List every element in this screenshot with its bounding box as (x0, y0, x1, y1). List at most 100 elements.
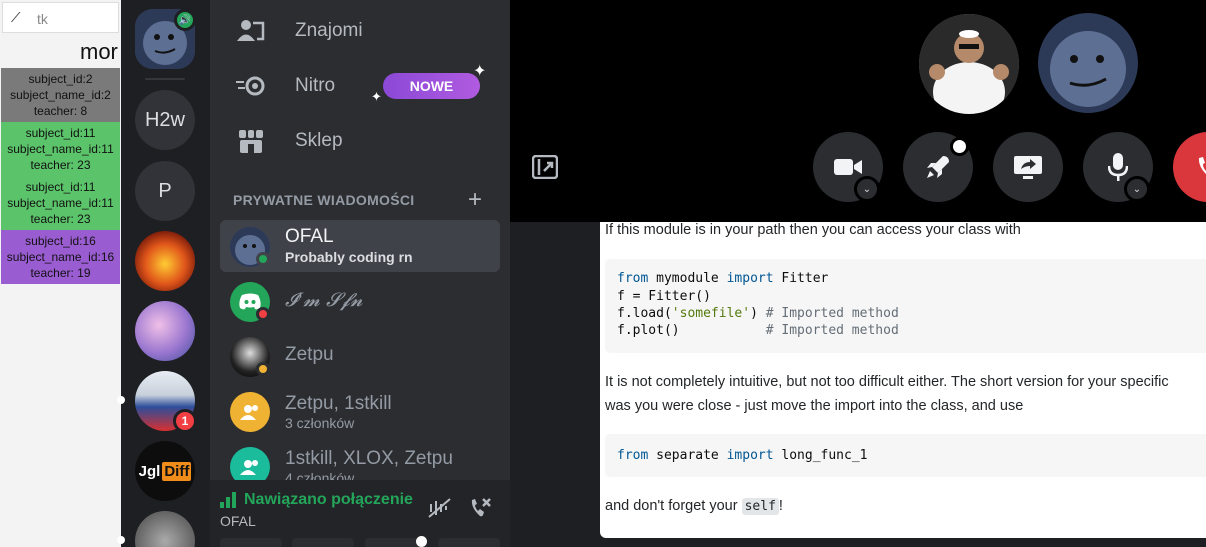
screen: ⁄ tk mor subject_id:2 subject_name_id:2 … (0, 0, 1206, 547)
subject-name-id: subject_name_id:16 (6, 250, 115, 264)
subject-id: subject_id:11 (25, 180, 96, 194)
microphone-icon (1108, 153, 1128, 181)
server-rail: 🔊 H2w P 1 Jgl Diff (117, 0, 210, 547)
nav-label: Sklep (295, 130, 343, 151)
camera-icon (834, 159, 862, 175)
subject-id: subject_id:11 (25, 126, 96, 140)
code-block: from mymodule import Fitter f = Fitter()… (605, 259, 1206, 353)
dm-name: 1stkill, XLOX, Zetpu (285, 448, 453, 469)
dm-member-count: 3 członków (285, 415, 355, 431)
subjects-app: ⁄ tk mor subject_id:2 subject_name_id:2 … (0, 0, 121, 547)
dm-item-group[interactable]: Zetpu, 1stkill 3 członków (220, 385, 500, 437)
server-phoenix[interactable] (135, 231, 195, 291)
dm-item-ofal[interactable]: OFAL Probably coding rn (220, 220, 500, 272)
participant-avatar-pope[interactable] (919, 14, 1019, 114)
server-anime[interactable] (135, 301, 195, 361)
hangup-button[interactable] (1173, 132, 1206, 202)
subject-card[interactable]: subject_id:16 subject_name_id:16 teacher… (1, 230, 120, 284)
subject-card[interactable]: subject_id:11 subject_name_id:11 teacher… (1, 122, 120, 176)
sparkle-icon: ✦ (371, 89, 382, 104)
nav-shop[interactable]: Sklep (220, 119, 500, 163)
subject-id: subject_id:2 (28, 72, 93, 86)
participant-avatar-face[interactable] (1038, 13, 1138, 113)
server-h2w[interactable]: H2w (135, 90, 195, 150)
inline-code: self (741, 498, 779, 515)
code-block: from separate import long_func_1 (605, 434, 1206, 477)
app-heading: mor (80, 39, 118, 64)
popout-icon[interactable] (531, 154, 559, 184)
server-jgldiff[interactable]: Jgl Diff (135, 441, 195, 501)
search-text[interactable]: tk (37, 11, 48, 27)
subject-teacher: teacher: 19 (30, 266, 91, 280)
voice-status-title[interactable]: Nawiązano połączenie (244, 491, 432, 509)
server-p[interactable]: P (135, 161, 195, 221)
nav-label: Znajomi (295, 20, 363, 41)
server-label: H2w (144, 108, 185, 131)
screen-share-button[interactable] (993, 132, 1063, 202)
subject-teacher: teacher: 23 (30, 158, 91, 172)
rail-separator (145, 78, 185, 80)
shop-icon (234, 126, 268, 156)
search-box[interactable]: ⁄ tk (2, 2, 119, 33)
screen-share-button[interactable] (292, 538, 354, 547)
code-line: f = Fitter() (617, 289, 711, 304)
subject-card[interactable]: subject_id:11 subject_name_id:11 teacher… (1, 176, 120, 230)
unread-pip (117, 396, 125, 404)
answer-paragraph: and don't forget your self! (605, 498, 783, 515)
friends-icon (234, 16, 268, 46)
dm-name: Zetpu (285, 344, 334, 365)
microphone-options-chevron-icon[interactable]: ⌄ (1124, 176, 1150, 202)
dm-item-zetpu[interactable]: Zetpu (220, 330, 500, 382)
dm-sidebar: Znajomi Nitro NOWE ✦ ✦ Sklep PRYWATNE WI… (210, 0, 510, 547)
rocket-icon (927, 156, 949, 178)
unread-pip (117, 536, 125, 544)
screen-share-icon (1014, 156, 1042, 179)
group-icon (230, 392, 270, 432)
subject-name-id: subject_name_id:11 (7, 142, 114, 156)
stackoverflow-answer: If this module is in your path then you … (600, 222, 1206, 538)
sparkle-icon: ✦ (473, 63, 487, 80)
dm-name: OFAL (285, 226, 334, 247)
server-label: Jgl (138, 462, 161, 480)
answer-paragraph: was you were close - just move the impor… (605, 398, 1024, 414)
new-badge: NOWE (383, 73, 480, 99)
speaker-icon: 🔊 (174, 9, 196, 31)
answer-paragraph: If this module is in your path then you … (605, 222, 1021, 238)
dm-name: 𝓘'𝓶 𝓢𝓯𝓷 (285, 289, 363, 311)
status-idle-icon (256, 362, 270, 376)
soundboard-button[interactable] (438, 538, 500, 547)
status-dnd-icon (256, 307, 270, 321)
subject-teacher: teacher: 8 (33, 104, 88, 118)
camera-options-chevron-icon[interactable]: ⌄ (854, 176, 880, 202)
code-line: from separate import long_func_1 (617, 448, 868, 463)
disconnect-icon[interactable] (468, 496, 492, 525)
server-label: P (158, 179, 172, 202)
activity-dot (950, 137, 969, 156)
dm-header: PRYWATNE WIADOMOŚCI (233, 192, 415, 208)
dm-item-sfn[interactable]: 𝓘'𝓶 𝓢𝓯𝓷 (220, 275, 500, 327)
dm-name: Zetpu, 1stkill (285, 393, 392, 414)
nav-label: Nitro (295, 75, 336, 96)
video-button[interactable] (220, 538, 282, 547)
call-area: ⌄ ⌄ (510, 0, 1206, 222)
code-line: from mymodule import Fitter (617, 271, 829, 286)
dm-status-text: Probably coding rn (285, 249, 413, 265)
subject-id: subject_id:16 (25, 234, 96, 248)
noise-suppression-icon[interactable] (428, 498, 452, 523)
signal-icon (220, 492, 236, 508)
server-logo-part: Diff (162, 461, 192, 481)
server-photo2[interactable] (135, 511, 195, 547)
subject-teacher: teacher: 23 (30, 212, 91, 226)
nitro-icon (234, 71, 268, 101)
answer-paragraph: It is not completely intuitive, but not … (605, 374, 1169, 390)
voice-channel-name[interactable]: OFAL (220, 513, 256, 529)
code-line: f.plot() # Imported method (617, 323, 899, 338)
subject-card[interactable]: subject_id:2 subject_name_id:2 teacher: … (1, 68, 120, 122)
subject-name-id: subject_name_id:11 (7, 196, 114, 210)
nav-friends[interactable]: Znajomi (220, 9, 500, 53)
hangup-icon (1198, 157, 1206, 175)
add-dm-button[interactable]: + (468, 186, 482, 214)
slider-handle[interactable] (416, 536, 427, 547)
mention-badge: 1 (173, 409, 197, 433)
code-line: f.load('somefile') # Imported method (617, 306, 899, 321)
